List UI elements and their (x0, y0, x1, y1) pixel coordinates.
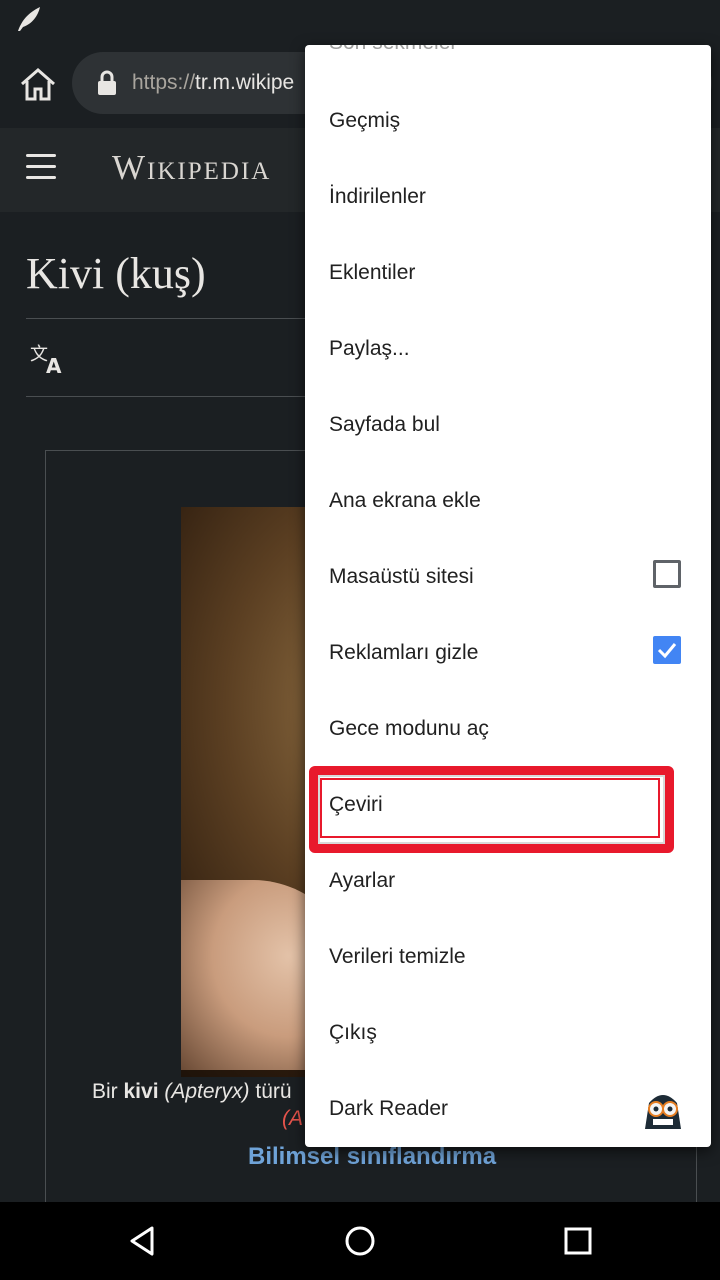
caption-red-link[interactable]: (A (282, 1107, 303, 1131)
lock-icon (98, 70, 116, 95)
recents-icon[interactable] (561, 1224, 595, 1258)
menu-item-exit[interactable]: Çıkış (305, 997, 711, 1073)
menu-item-label: Son sekmeler (329, 45, 457, 55)
menu-item-label: Verileri temizle (329, 945, 466, 968)
menu-item-desktop-site[interactable]: Masaüstü sitesi (305, 541, 711, 617)
menu-item-add-to-home[interactable]: Ana ekrana ekle (305, 465, 711, 541)
menu-item-label: Sayfada bul (329, 413, 440, 436)
overflow-menu: Son sekmeler Geçmiş İndirilenler Eklenti… (305, 45, 711, 1147)
menu-item-label: Eklentiler (329, 261, 416, 284)
wikipedia-logo[interactable]: Wikipedia (112, 148, 271, 188)
image-caption: Bir kivi (Apteryx) türü (92, 1080, 292, 1103)
menu-item-settings[interactable]: Ayarlar (305, 845, 711, 921)
home-nav-icon[interactable] (343, 1224, 377, 1258)
menu-item-downloads[interactable]: İndirilenler (305, 161, 711, 237)
dark-reader-icon (645, 1095, 681, 1129)
menu-item-label: Paylaş... (329, 337, 410, 360)
status-bar (0, 0, 720, 40)
menu-item-dark-reader[interactable]: Dark Reader (305, 1073, 711, 1147)
feather-icon (18, 7, 40, 31)
menu-item-hide-ads[interactable]: Reklamları gizle (305, 617, 711, 693)
menu-item-label: Ana ekrana ekle (329, 489, 481, 512)
page-title: Kivi (kuş) (26, 249, 206, 298)
menu-item-share[interactable]: Paylaş... (305, 313, 711, 389)
menu-item-label: Reklamları gizle (329, 641, 479, 664)
highlight-inner-box (320, 778, 660, 838)
language-icon[interactable]: 文 A (30, 340, 66, 376)
navigation-bar (0, 1202, 720, 1280)
menu-item-label: Dark Reader (329, 1097, 449, 1120)
check-icon (657, 643, 677, 659)
menu-item-label: Masaüstü sitesi (329, 565, 474, 588)
menu-item-clear-data[interactable]: Verileri temizle (305, 921, 711, 997)
menu-item-history[interactable]: Geçmiş (305, 85, 711, 161)
hide-ads-checkbox[interactable] (653, 636, 681, 664)
menu-item-label: İndirilenler (329, 185, 426, 208)
menu-item-night-mode[interactable]: Gece modunu aç (305, 693, 711, 769)
menu-item-label: Ayarlar (329, 869, 396, 892)
menu-item-find-in-page[interactable]: Sayfada bul (305, 389, 711, 465)
desktop-site-checkbox[interactable] (653, 560, 681, 588)
menu-item-label: Geçmiş (329, 109, 401, 132)
menu-item-label: Çıkış (329, 1021, 377, 1044)
svg-text:A: A (46, 354, 62, 376)
back-icon[interactable] (126, 1224, 160, 1258)
home-icon[interactable] (16, 62, 60, 106)
scientific-classification-link[interactable]: Bilimsel sınıflandırma (248, 1143, 496, 1171)
menu-icon[interactable] (26, 154, 56, 180)
menu-item-extensions[interactable]: Eklentiler (305, 237, 711, 313)
menu-item-label: Gece modunu aç (329, 717, 489, 740)
url-text[interactable]: https://tr.m.wikipe (132, 71, 294, 95)
